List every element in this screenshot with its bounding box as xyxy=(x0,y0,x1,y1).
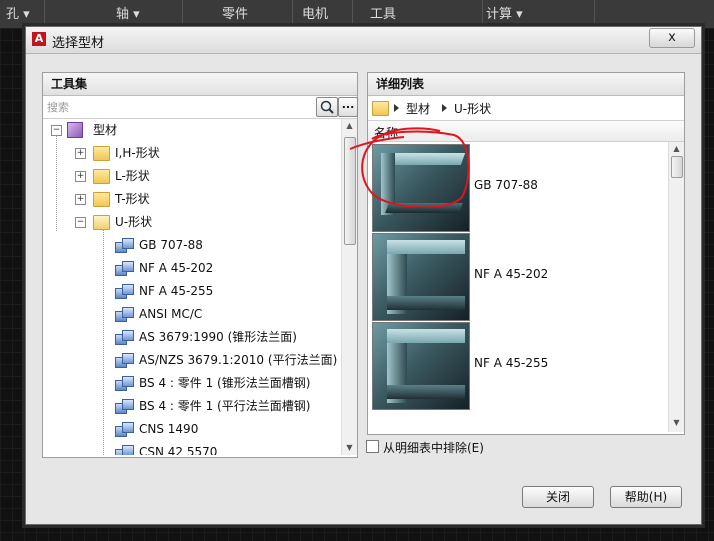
search-icon xyxy=(320,100,334,114)
ribbon-tab-shaft[interactable]: 轴 ▾ xyxy=(90,0,183,28)
list-item[interactable]: NF A 45-255 xyxy=(372,322,662,410)
scroll-up-icon[interactable]: ▲ xyxy=(342,119,357,133)
expand-icon[interactable]: + xyxy=(75,148,86,159)
channel-profile-icon xyxy=(115,238,134,253)
scroll-up-icon[interactable]: ▲ xyxy=(669,142,684,156)
channel-profile-icon xyxy=(115,445,134,455)
scroll-thumb[interactable] xyxy=(344,137,356,245)
scroll-thumb[interactable] xyxy=(671,156,683,178)
tree-guide xyxy=(56,135,57,231)
breadcrumb-arrow-icon xyxy=(394,104,399,112)
tree-node-l-shape[interactable]: + L-形状 xyxy=(73,165,323,187)
tree-scrollbar[interactable]: ▲ ▼ xyxy=(341,119,357,455)
breadcrumb-arrow-icon xyxy=(442,104,447,112)
list-item[interactable]: GB 707-88 xyxy=(372,144,662,232)
expand-icon[interactable]: + xyxy=(75,194,86,205)
tree-item-bs4-tapered[interactable]: BS 4 : 零件 1 (锥形法兰面槽钢) xyxy=(115,372,335,394)
tree-node-u-shape[interactable]: − U-形状 xyxy=(73,211,323,233)
tree-node-root[interactable]: − 型材 xyxy=(49,119,329,141)
close-button[interactable]: 关闭 xyxy=(522,486,594,508)
tree-guide xyxy=(103,227,104,455)
details-list: GB 707-88 NF A 45-202 NF A 45-255 xyxy=(368,142,664,426)
collapse-icon[interactable]: − xyxy=(51,125,62,136)
help-button[interactable]: 帮助(H) xyxy=(610,486,682,508)
scroll-down-icon[interactable]: ▼ xyxy=(342,441,357,455)
search-bar: ... xyxy=(43,96,358,119)
profile-library-icon xyxy=(67,122,83,138)
tree-item-as-nzs-3679-1[interactable]: AS/NZS 3679.1:2010 (平行法兰面) xyxy=(115,349,337,371)
breadcrumb-profiles[interactable]: 型材 xyxy=(406,100,430,117)
toolset-tree: − 型材 + I,H-形状 + L-形状 + T-形状 − U-形状 GB 70… xyxy=(43,119,341,455)
details-panel: 详细列表 型材 U-形状 名称 GB 707-88 NF A 45-202 NF… xyxy=(367,72,685,435)
channel-thumbnail xyxy=(372,144,470,232)
channel-profile-icon xyxy=(115,261,134,276)
ribbon-tab-motor[interactable]: 电机 xyxy=(292,0,353,28)
tree-item-gb-707-88[interactable]: GB 707-88 xyxy=(115,234,335,256)
open-folder-icon xyxy=(93,215,110,230)
tree-item-ansi-mc-c[interactable]: ANSI MC/C xyxy=(115,303,335,325)
search-input[interactable] xyxy=(45,98,315,116)
channel-profile-icon xyxy=(115,422,134,437)
tree-item-bs4-parallel[interactable]: BS 4 : 零件 1 (平行法兰面槽钢) xyxy=(115,395,335,417)
breadcrumb: 型材 U-形状 xyxy=(368,96,684,121)
folder-icon xyxy=(93,146,110,161)
tree-item-as-3679-1990[interactable]: AS 3679:1990 (锥形法兰面) xyxy=(115,326,335,348)
exclude-checkbox[interactable] xyxy=(366,440,379,453)
expand-icon[interactable]: + xyxy=(75,171,86,182)
tree-item-nf-a-45-255[interactable]: NF A 45-255 xyxy=(115,280,335,302)
tree-item-csn-42-5570[interactable]: CSN 42 5570 xyxy=(115,441,335,455)
channel-thumbnail xyxy=(372,322,470,410)
close-icon[interactable]: x xyxy=(649,28,695,48)
dialog-titlebar: A 选择型材 x xyxy=(26,27,701,54)
tree-node-t-shape[interactable]: + T-形状 xyxy=(73,188,323,210)
details-scrollbar[interactable]: ▲ ▼ xyxy=(668,142,684,432)
dialog-title: 选择型材 xyxy=(52,36,105,51)
autocad-logo-icon: A xyxy=(32,32,46,46)
search-button[interactable] xyxy=(316,97,338,117)
ribbon-tab-calc[interactable]: 计算 ▾ xyxy=(482,0,595,28)
channel-thumbnail xyxy=(372,233,470,321)
tree-item-nf-a-45-202[interactable]: NF A 45-202 xyxy=(115,257,335,279)
scroll-down-icon[interactable]: ▼ xyxy=(669,416,684,430)
tree-item-cns-1490[interactable]: CNS 1490 xyxy=(115,418,335,440)
folder-icon xyxy=(93,192,110,207)
ribbon-tab-tools[interactable]: 工具 xyxy=(352,0,483,28)
channel-profile-icon xyxy=(115,330,134,345)
folder-icon xyxy=(372,101,389,116)
channel-profile-icon xyxy=(115,399,134,414)
tree-node-ih-shape[interactable]: + I,H-形状 xyxy=(73,142,323,164)
ribbon-tab-part[interactable]: 零件 xyxy=(182,0,293,28)
select-profile-dialog: A 选择型材 x 工具集 ... − 型材 xyxy=(25,26,702,525)
folder-icon xyxy=(93,169,110,184)
app-ribbon: 孔 ▾ 轴 ▾ 零件 电机 工具 计算 ▾ xyxy=(0,0,714,29)
ribbon-tab-hole[interactable]: 孔 ▾ xyxy=(0,0,45,28)
toolset-panel: 工具集 ... − 型材 + xyxy=(42,72,358,458)
column-header-name[interactable]: 名称 xyxy=(368,121,684,142)
channel-profile-icon xyxy=(115,376,134,391)
channel-profile-icon xyxy=(115,353,134,368)
list-item[interactable]: NF A 45-202 xyxy=(372,233,662,321)
breadcrumb-u-shape[interactable]: U-形状 xyxy=(454,100,491,117)
collapse-icon[interactable]: − xyxy=(75,217,86,228)
channel-profile-icon xyxy=(115,307,134,322)
channel-profile-icon xyxy=(115,284,134,299)
more-options-button[interactable]: ... xyxy=(338,97,358,117)
toolset-header: 工具集 xyxy=(43,73,357,96)
details-header: 详细列表 xyxy=(368,73,684,96)
